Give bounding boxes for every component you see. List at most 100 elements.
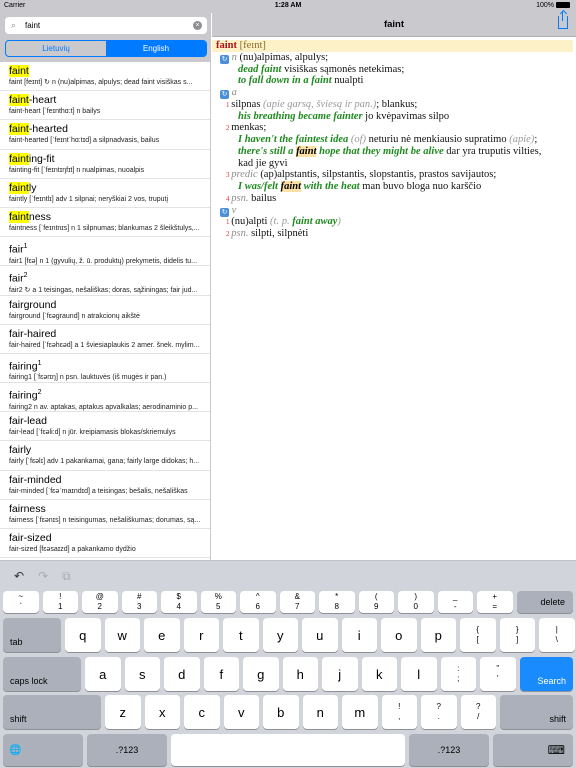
list-item[interactable]: faint-hearted faint-hearted [ˈfeɪntˈhɑ:tɪ… [0, 120, 210, 150]
key-h[interactable]: h [282, 657, 318, 691]
search-key[interactable]: Search [519, 657, 573, 691]
key[interactable]: & 7 [279, 591, 315, 613]
list-item[interactable]: fair-minded fair-minded [ˈfɛəˈmaɪndɪd] a … [0, 471, 210, 500]
key[interactable]: _ - [437, 591, 473, 613]
key[interactable]: ?. [421, 695, 457, 729]
key-k[interactable]: k [361, 657, 397, 691]
list-item[interactable]: fairness fairness [ˈfɛənɪs] n teisingumas… [0, 500, 210, 529]
key-s[interactable]: s [124, 657, 160, 691]
entry-line: to fall down in a faint nualpti [212, 75, 576, 87]
key[interactable]: $4 [161, 591, 197, 613]
key-d[interactable]: d [164, 657, 200, 691]
reference-icon[interactable]: ↻ [220, 90, 229, 99]
key[interactable]: * 8 [319, 591, 355, 613]
key-e[interactable]: e [144, 618, 180, 652]
key-v[interactable]: v [223, 695, 259, 729]
list-item[interactable]: fainting-fit fainting-fit [ˈfeɪntɪŋfɪt] n… [0, 150, 210, 179]
key-w[interactable]: w [104, 618, 140, 652]
paste-icon[interactable]: ⧉ [62, 569, 71, 584]
list-item[interactable]: fairing2 fairing2 n av. aptakas, aptakus … [0, 383, 210, 413]
list-item[interactable]: fair-haired fair-haired [ˈfɛəhɛəd] a 1 šv… [0, 325, 210, 354]
key-q[interactable]: q [65, 618, 101, 652]
key[interactable]: {[ [460, 618, 496, 652]
part-of-speech: a [231, 87, 237, 98]
search-bar[interactable]: ⌕ × [5, 17, 207, 34]
key[interactable]: !, [381, 695, 417, 729]
globe-key[interactable]: 🌐 [3, 734, 83, 766]
search-input[interactable] [25, 19, 185, 32]
key-a[interactable]: a [85, 657, 121, 691]
key[interactable]: " ' [480, 657, 516, 691]
key-c[interactable]: c [184, 695, 220, 729]
list-item[interactable]: faintness faintness [ˈfeɪntnɪs] n 1 silpn… [0, 208, 210, 238]
key-f[interactable]: f [203, 657, 239, 691]
shift-key-left[interactable]: shift [3, 695, 101, 729]
key[interactable]: + = [477, 591, 513, 613]
numbers-key[interactable]: .?123 [87, 734, 167, 766]
caps-lock-key[interactable]: caps lock [3, 657, 81, 691]
example-highlight: faint [296, 145, 317, 157]
key[interactable]: | \ [539, 618, 575, 652]
key-u[interactable]: u [302, 618, 338, 652]
undo-icon[interactable]: ↶ [14, 569, 24, 584]
entry-line: ↻ v [212, 205, 576, 217]
note: (t. p. [270, 216, 293, 228]
redo-icon[interactable]: ↷ [38, 569, 48, 584]
key[interactable]: ? / [460, 695, 496, 729]
tab-key[interactable]: tab [3, 618, 61, 652]
key-m[interactable]: m [342, 695, 378, 729]
list-item[interactable]: fairground fairground [ˈfɛəgraund] n atra… [0, 296, 210, 325]
key[interactable]: }] [499, 618, 535, 652]
list-item[interactable]: fair-lead fair-lead [ˈfɛəli:d] n jūr. kre… [0, 412, 210, 442]
key-i[interactable]: i [341, 618, 377, 652]
key[interactable]: ! 1 [42, 591, 78, 613]
key-g[interactable]: g [243, 657, 279, 691]
text: silpnas [231, 98, 264, 110]
clear-icon[interactable]: × [193, 21, 202, 30]
key[interactable]: ^ 6 [240, 591, 276, 613]
key-b[interactable]: b [263, 695, 299, 729]
numbers-key-right[interactable]: .?123 [409, 734, 489, 766]
key-x[interactable]: x [144, 695, 180, 729]
key[interactable]: ~ ` [3, 591, 39, 613]
space-key[interactable] [171, 734, 405, 766]
entry-line: 4 psn. bailus [212, 193, 576, 205]
segment-lithuanian[interactable]: Lietuvių [6, 41, 106, 56]
delete-key[interactable]: delete [516, 591, 573, 613]
list-item[interactable]: faint-heart faint-heart [ˈfeɪnthɑ:t] n ba… [0, 91, 210, 121]
key-y[interactable]: y [262, 618, 298, 652]
list-item[interactable]: faintly faintly [ˈfeɪntlɪ] adv 1 silpnai;… [0, 179, 210, 208]
key-l[interactable]: l [401, 657, 437, 691]
list-item[interactable]: fairing1 fairing1 [ˈfɛərɪŋ] n psn. lauktu… [0, 354, 210, 384]
word-rest: ness [28, 210, 52, 223]
list-item[interactable]: fair2 fair2 ↻ a 1 teisingas, nešališkas; … [0, 266, 210, 296]
sidebar-header: ⌕ × Lietuvių English [0, 13, 210, 62]
list-item[interactable]: fair1 fair1 [fɛə] n 1 (gyvulių, ž. ū. pro… [0, 237, 210, 267]
share-icon[interactable] [558, 11, 568, 29]
key-t[interactable]: t [223, 618, 259, 652]
list-item[interactable]: faint faint [feɪnt] ↻ n (nu)alpimas, alpu… [0, 62, 210, 92]
key-o[interactable]: o [381, 618, 417, 652]
key[interactable]: ) 0 [398, 591, 434, 613]
list-item[interactable]: fairly fairly [ˈfɛəlɪ] adv 1 pakankamai, … [0, 441, 210, 471]
language-segmented-control[interactable]: Lietuvių English [5, 40, 207, 57]
key[interactable]: (9 [358, 591, 394, 613]
key[interactable]: :; [440, 657, 476, 691]
reference-icon[interactable]: ↻ [220, 207, 229, 217]
hide-keyboard-key[interactable]: ⌨ [493, 734, 573, 766]
list-item[interactable]: fair-sized fair-sized [fɛəsaɪzd] a pakank… [0, 529, 210, 559]
word-list[interactable]: faint faint [feɪnt] ↻ n (nu)alpimas, alpu… [0, 62, 210, 559]
list-item-definition: fairing1 [ˈfɛərɪŋ] n psn. lauktuvės (iš … [9, 374, 167, 382]
shift-key-right[interactable]: shift [500, 695, 573, 729]
key-labels: }] [516, 625, 519, 645]
reference-icon[interactable]: ↻ [220, 54, 229, 64]
key[interactable]: % 5 [200, 591, 236, 613]
segment-english[interactable]: English [106, 41, 206, 56]
key-j[interactable]: j [322, 657, 358, 691]
key-n[interactable]: n [302, 695, 338, 729]
key[interactable]: #3 [121, 591, 157, 613]
key-r[interactable]: r [183, 618, 219, 652]
key-p[interactable]: p [420, 618, 456, 652]
key-z[interactable]: z [105, 695, 141, 729]
key[interactable]: @2 [82, 591, 118, 613]
